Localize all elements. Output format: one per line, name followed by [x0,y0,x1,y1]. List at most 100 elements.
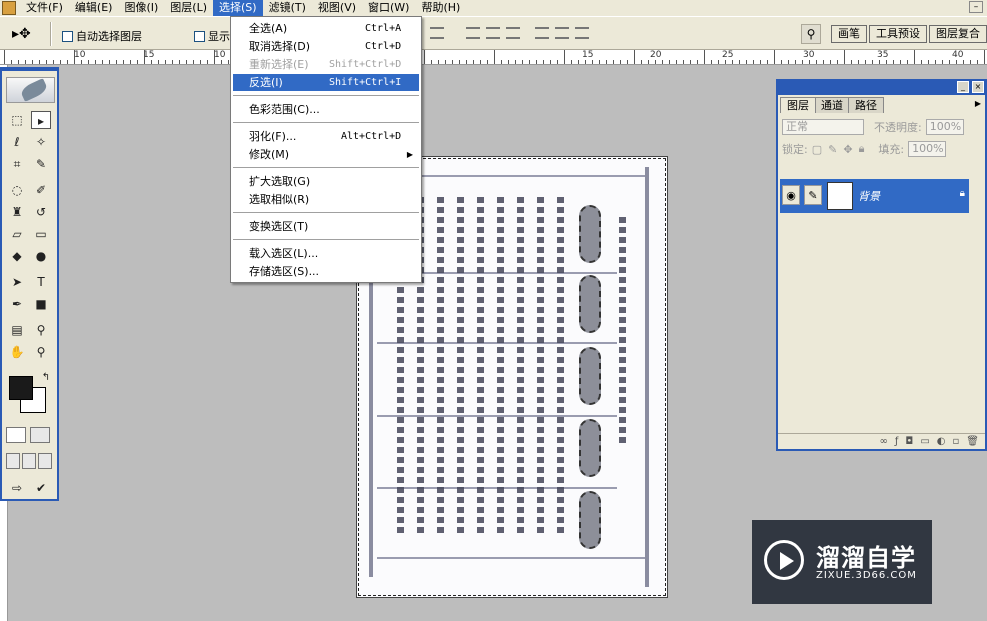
menu-file[interactable]: 文件(F) [20,0,69,16]
photoshop-app-icon[interactable] [2,1,16,15]
minimize-icon[interactable]: – [969,1,983,13]
well-tab-brushes[interactable]: 画笔 [831,25,867,43]
swap-colors-icon[interactable]: ↰ [36,369,56,387]
well-tab-tool-presets[interactable]: 工具预设 [869,25,927,43]
brush-link-icon[interactable]: ✎ [804,185,822,205]
eye-visibility-icon[interactable]: ◉ [782,185,800,205]
eraser-icon[interactable]: ▱ [7,225,27,243]
show-bounding-box-checkbox[interactable]: 显示 [194,28,230,44]
quick-mask-mode-button[interactable] [30,427,50,443]
distribute-icon[interactable] [466,27,480,39]
move-icon[interactable]: ▸ [31,111,51,129]
lock-transparency-icon[interactable]: ▢ [812,143,822,156]
menu-item-load-selection[interactable]: 载入选区(L)... [233,245,419,262]
checkbox-box[interactable] [194,30,205,42]
scan-line [377,557,647,559]
layer-mask-icon[interactable]: ◘ [905,434,913,449]
menu-item-save-selection[interactable]: 存储选区(S)... [233,263,419,280]
standard-mode-button[interactable] [6,427,26,443]
photoshop-feather-logo[interactable] [6,77,55,103]
jump-to-imageready-icon[interactable]: ⇨ [7,479,27,497]
menu-item-modify[interactable]: 修改(M) ▶ [233,146,419,163]
link-layers-icon[interactable]: ∞ [880,434,888,449]
distribute-icon[interactable] [486,27,500,39]
menu-select[interactable]: 选择(S) [213,0,263,16]
lock-position-icon[interactable]: ✥ [843,143,852,156]
menu-item-deselect[interactable]: 取消选择(D) Ctrl+D [233,38,419,55]
screen-mode-standard-icon[interactable] [6,453,20,469]
screen-mode-full-icon[interactable] [38,453,52,469]
close-panel-icon[interactable]: × [972,81,984,93]
trash-icon[interactable]: 🗑︎ [966,434,979,449]
opacity-input[interactable]: 100% [925,119,964,135]
tab-channels[interactable]: 通道 [814,97,850,113]
hand-icon[interactable]: ✋ [7,343,27,361]
lock-all-icon[interactable]: 🔒︎ [859,142,865,156]
notes-icon[interactable]: ▤ [7,321,27,339]
well-tab-layer-comps[interactable]: 图层复合 [929,25,987,43]
menu-layer[interactable]: 图层(L) [164,0,213,16]
menu-item-label: 色彩范围(C)... [249,103,320,116]
move-tool-icon[interactable]: ▸✥ [12,26,31,42]
blur-icon[interactable]: ◆ [7,247,27,265]
adjustment-layer-icon[interactable]: ◐ [937,434,946,449]
menu-edit[interactable]: 编辑(E) [69,0,119,16]
text-column [517,197,524,537]
history-brush-icon[interactable]: ↺ [31,203,51,221]
path-selection-icon[interactable]: ➤ [7,273,27,291]
brush-icon[interactable]: ✐ [31,181,51,199]
menu-item-color-range[interactable]: 色彩范围(C)... [233,101,419,118]
panel-menu-arrow-icon[interactable]: ▶ [975,99,981,108]
zoom-icon[interactable]: ⚲ [31,343,51,361]
shape-icon[interactable]: ■ [31,295,51,313]
dodge-icon[interactable]: ● [31,247,51,265]
distribute-icon[interactable] [575,27,589,39]
menu-item-feather[interactable]: 羽化(F)... Alt+Ctrl+D [233,128,419,145]
healing-brush-icon[interactable]: ◌ [7,181,27,199]
eyedropper-icon[interactable]: ⚲ [31,321,51,339]
menu-item-similar[interactable]: 选取相似(R) [233,191,419,208]
menu-item-reselect[interactable]: 重新选择(E) Shift+Ctrl+D [233,56,419,73]
menu-item-grow[interactable]: 扩大选取(G) [233,173,419,190]
menu-filter[interactable]: 滤镜(T) [263,0,312,16]
layers-panel-footer: ∞ ƒ ◘ ▭ ◐ ▫ 🗑︎ [778,433,985,449]
minimize-panel-icon[interactable]: _ [957,81,969,93]
distribute-icon[interactable] [555,27,569,39]
palette-well-icon[interactable]: ⚲ [801,24,821,44]
menu-item-transform-selection[interactable]: 变换选区(T) [233,218,419,235]
lasso-icon[interactable]: ℓ [7,133,27,151]
layer-row-background[interactable]: ◉ ✎ 背景 🔒︎ [780,179,969,213]
magic-wand-icon[interactable]: ✧ [31,133,51,151]
stamp-mark [579,419,601,477]
clone-stamp-icon[interactable]: ♜ [7,203,27,221]
crop-icon[interactable]: ⌗ [7,155,27,173]
tab-paths[interactable]: 路径 [848,97,884,113]
new-layer-icon[interactable]: ▫ [953,434,960,449]
align-icon[interactable] [430,27,444,39]
text-column [477,197,484,537]
pen-icon[interactable]: ✒ [7,295,27,313]
new-group-icon[interactable]: ▭ [920,434,929,449]
fill-input[interactable]: 100% [908,141,947,157]
menu-help[interactable]: 帮助(H) [415,0,466,16]
distribute-icon[interactable] [535,27,549,39]
tab-layers[interactable]: 图层 [780,97,816,113]
menu-item-inverse[interactable]: 反选(I) Shift+Ctrl+I [233,74,419,91]
distribute-icon[interactable] [506,27,520,39]
menu-image[interactable]: 图像(I) [118,0,164,16]
lock-image-icon[interactable]: ✎ [828,143,837,156]
screen-mode-full-menu-icon[interactable] [22,453,36,469]
menu-item-select-all[interactable]: 全选(A) Ctrl+A [233,20,419,37]
foreground-color-swatch[interactable] [9,376,33,400]
type-icon[interactable]: T [31,273,51,291]
checkbox-box[interactable] [62,30,73,42]
menu-window[interactable]: 窗口(W) [362,0,415,16]
menu-view[interactable]: 视图(V) [312,0,362,16]
auto-select-layer-checkbox[interactable]: 自动选择图层 [62,28,142,44]
marquee-icon[interactable]: ⬚ [7,111,27,129]
layer-style-icon[interactable]: ƒ [895,434,899,449]
blend-mode-select[interactable]: 正常 [782,119,864,135]
checkmark-icon[interactable]: ✔ [31,479,51,497]
gradient-icon[interactable]: ▭ [31,225,51,243]
slice-icon[interactable]: ✎ [31,155,51,173]
